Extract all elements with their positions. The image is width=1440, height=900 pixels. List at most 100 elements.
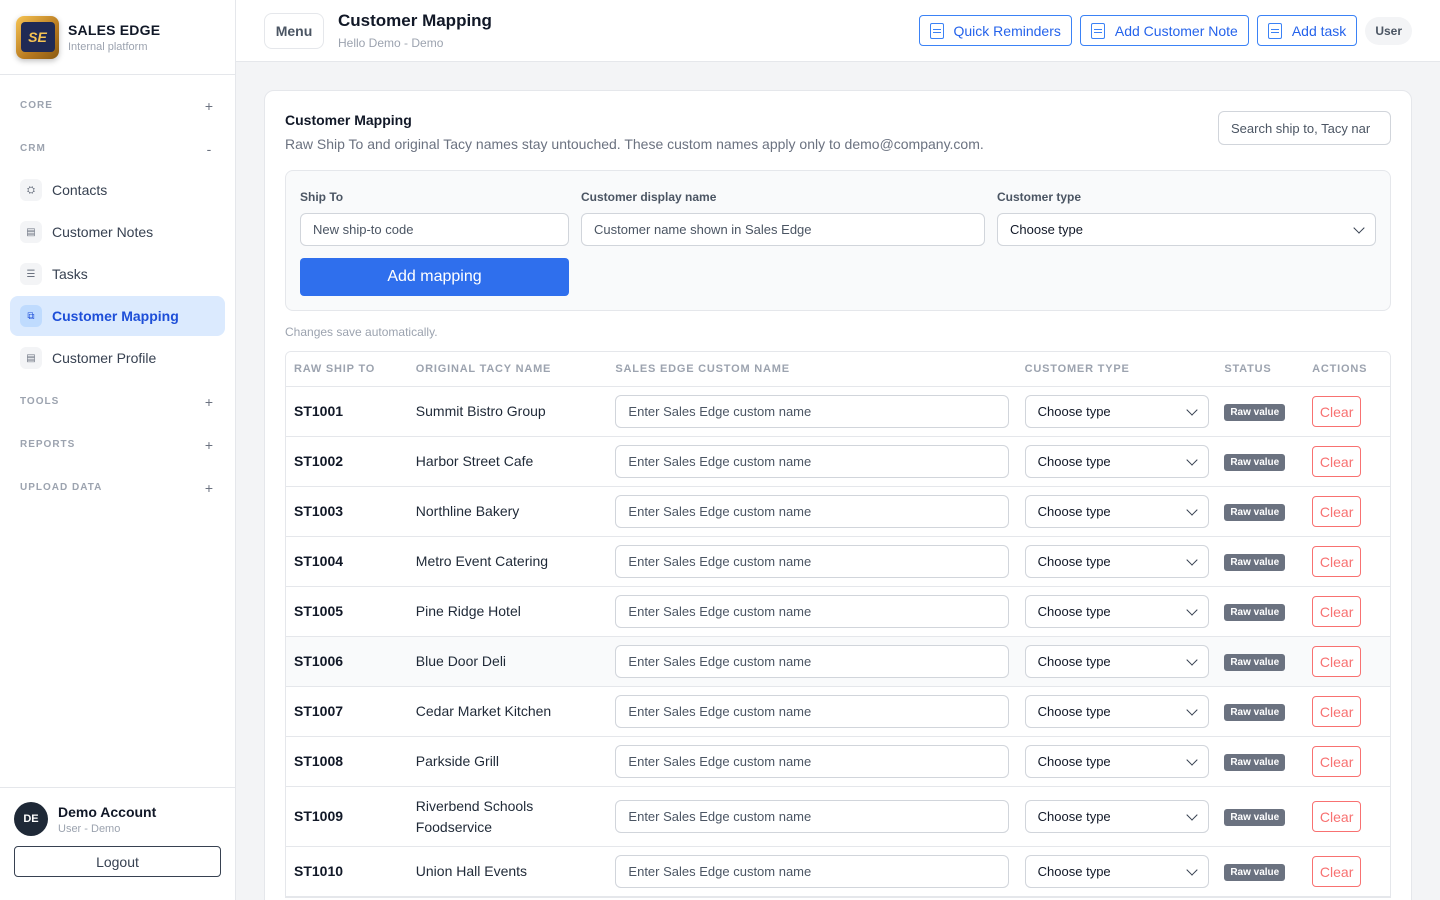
clear-button[interactable]: Clear xyxy=(1312,646,1362,677)
brand: SE SALES EDGE Internal platform xyxy=(0,0,235,75)
status-badge: Raw value xyxy=(1224,604,1286,621)
customer-type-select[interactable]: Choose type xyxy=(1024,445,1209,478)
quick-reminders-button[interactable]: Quick Reminders xyxy=(918,15,1072,46)
expand-icon[interactable]: + xyxy=(203,480,215,496)
custom-name-input[interactable] xyxy=(615,855,1010,888)
column-status: STATUS xyxy=(1224,363,1272,375)
table-row: ST1005 Pine Ridge Hotel Choose type Raw val… xyxy=(286,587,1390,637)
status-badge: Raw value xyxy=(1224,654,1286,671)
section-crm[interactable]: CRM - xyxy=(0,127,235,170)
logout-button[interactable]: Logout xyxy=(14,846,221,877)
tacy-name: Union Hall Events xyxy=(415,863,528,879)
note-icon xyxy=(1090,22,1105,39)
tacy-name: Parkside Grill xyxy=(415,753,500,769)
status-badge: Raw value xyxy=(1224,864,1286,881)
status-badge: Raw value xyxy=(1224,809,1286,826)
customer-type-select[interactable]: Choose type xyxy=(997,213,1376,246)
sidebar-item-label: Tasks xyxy=(52,266,88,282)
ship-to-code: ST1007 xyxy=(294,702,344,719)
customer-type-select[interactable]: Choose type xyxy=(1024,695,1209,728)
clear-button[interactable]: Clear xyxy=(1312,396,1362,427)
ship-to-code: ST1004 xyxy=(294,552,344,569)
mapping-icon: ⧉ xyxy=(20,305,42,327)
sidebar-item-tasks[interactable]: ☰ Tasks xyxy=(10,254,225,294)
tacy-name: Metro Event Catering xyxy=(415,553,549,569)
ship-to-code: ST1009 xyxy=(294,807,344,824)
account-role: User - Demo xyxy=(58,822,121,835)
ship-to-code: ST1010 xyxy=(294,862,344,879)
table-row: ST1006 Blue Door Deli Choose type Raw value… xyxy=(286,637,1390,687)
clear-button[interactable]: Clear xyxy=(1312,446,1362,477)
user-menu[interactable]: User xyxy=(1365,16,1412,45)
tacy-name: Northline Bakery xyxy=(415,503,520,519)
status-badge: Raw value xyxy=(1224,404,1286,421)
expand-icon[interactable]: + xyxy=(203,437,215,453)
account-panel: DE Demo Account User - Demo Logout xyxy=(0,787,235,900)
custom-name-input[interactable] xyxy=(615,445,1010,478)
add-customer-note-button[interactable]: Add Customer Note xyxy=(1079,15,1249,46)
customer-type-select[interactable]: Choose type xyxy=(1024,800,1209,833)
custom-name-input[interactable] xyxy=(615,545,1010,578)
tacy-name: Riverbend Schools Foodservice xyxy=(415,797,534,835)
chevron-down-icon xyxy=(1186,503,1198,516)
sidebar-item-customer-notes[interactable]: ▤ Customer Notes xyxy=(10,212,225,252)
clear-button[interactable]: Clear xyxy=(1312,496,1362,527)
custom-name-input[interactable] xyxy=(615,645,1010,678)
custom-name-input[interactable] xyxy=(615,395,1010,428)
contacts-icon: ⛭ xyxy=(20,179,42,201)
clear-button[interactable]: Clear xyxy=(1312,696,1362,727)
clear-button[interactable]: Clear xyxy=(1312,746,1362,777)
account-name: Demo Account xyxy=(58,803,157,820)
customer-type-select[interactable]: Choose type xyxy=(1024,495,1209,528)
section-upload-data[interactable]: UPLOAD DATA + xyxy=(0,466,235,509)
search-input[interactable] xyxy=(1218,111,1391,145)
top-header: Menu Customer Mapping Hello Demo - Demo … xyxy=(236,0,1440,62)
add-mapping-button[interactable]: Add mapping xyxy=(300,258,569,296)
customer-type-select[interactable]: Choose type xyxy=(1024,745,1209,778)
table-row: ST1010 Union Hall Events Choose type Raw va… xyxy=(286,847,1390,897)
ship-to-input[interactable] xyxy=(300,213,569,246)
clear-button[interactable]: Clear xyxy=(1312,596,1362,627)
ship-to-code: ST1006 xyxy=(294,652,344,669)
table-row: ST1009 Riverbend Schools Foodservice Choos… xyxy=(286,787,1390,847)
custom-name-input[interactable] xyxy=(615,800,1010,833)
chevron-down-icon xyxy=(1186,653,1198,666)
chevron-down-icon xyxy=(1353,221,1365,234)
sidebar: SE SALES EDGE Internal platform CORE + C… xyxy=(0,0,236,900)
ship-to-code: ST1002 xyxy=(294,452,344,469)
menu-button[interactable]: Menu xyxy=(264,12,324,49)
section-core[interactable]: CORE + xyxy=(0,84,235,127)
sidebar-item-customer-mapping[interactable]: ⧉ Customer Mapping xyxy=(10,296,225,336)
customer-type-select[interactable]: Choose type xyxy=(1024,595,1209,628)
sidebar-item-contacts[interactable]: ⛭ Contacts xyxy=(10,170,225,210)
expand-icon[interactable]: + xyxy=(203,98,215,114)
custom-name-input[interactable] xyxy=(615,745,1010,778)
add-task-button[interactable]: Add task xyxy=(1256,15,1358,46)
clear-button[interactable]: Clear xyxy=(1312,856,1362,887)
status-badge: Raw value xyxy=(1224,554,1286,571)
column-raw-ship-to: RAW SHIP TO xyxy=(294,363,376,375)
table-header: RAW SHIP TO ORIGINAL TACY NAME SALES EDG… xyxy=(286,352,1390,387)
clear-button[interactable]: Clear xyxy=(1312,801,1362,832)
custom-name-input[interactable] xyxy=(615,595,1010,628)
custom-name-input[interactable] xyxy=(615,695,1010,728)
custom-name-input[interactable] xyxy=(615,495,1010,528)
ship-to-code: ST1008 xyxy=(294,752,344,769)
chevron-down-icon xyxy=(1186,603,1198,616)
customer-type-select[interactable]: Choose type xyxy=(1024,545,1209,578)
expand-icon[interactable]: + xyxy=(203,394,215,410)
section-tools[interactable]: TOOLS + xyxy=(0,380,235,423)
add-mapping-form: Ship To Customer display name Customer t… xyxy=(285,170,1391,311)
customer-type-select[interactable]: Choose type xyxy=(1024,395,1209,428)
ship-to-code: ST1003 xyxy=(294,502,344,519)
collapse-icon[interactable]: - xyxy=(203,141,215,157)
display-name-input[interactable] xyxy=(581,213,985,246)
customer-type-select[interactable]: Choose type xyxy=(1024,645,1209,678)
sidebar-item-customer-profile[interactable]: ▤ Customer Profile xyxy=(10,338,225,378)
customer-type-label: Customer type xyxy=(997,190,1082,204)
card-description: Raw Ship To and original Tacy names stay… xyxy=(285,136,984,152)
clear-button[interactable]: Clear xyxy=(1312,546,1362,577)
avatar: DE xyxy=(14,802,48,836)
customer-type-select[interactable]: Choose type xyxy=(1024,855,1209,888)
section-reports[interactable]: REPORTS + xyxy=(0,423,235,466)
